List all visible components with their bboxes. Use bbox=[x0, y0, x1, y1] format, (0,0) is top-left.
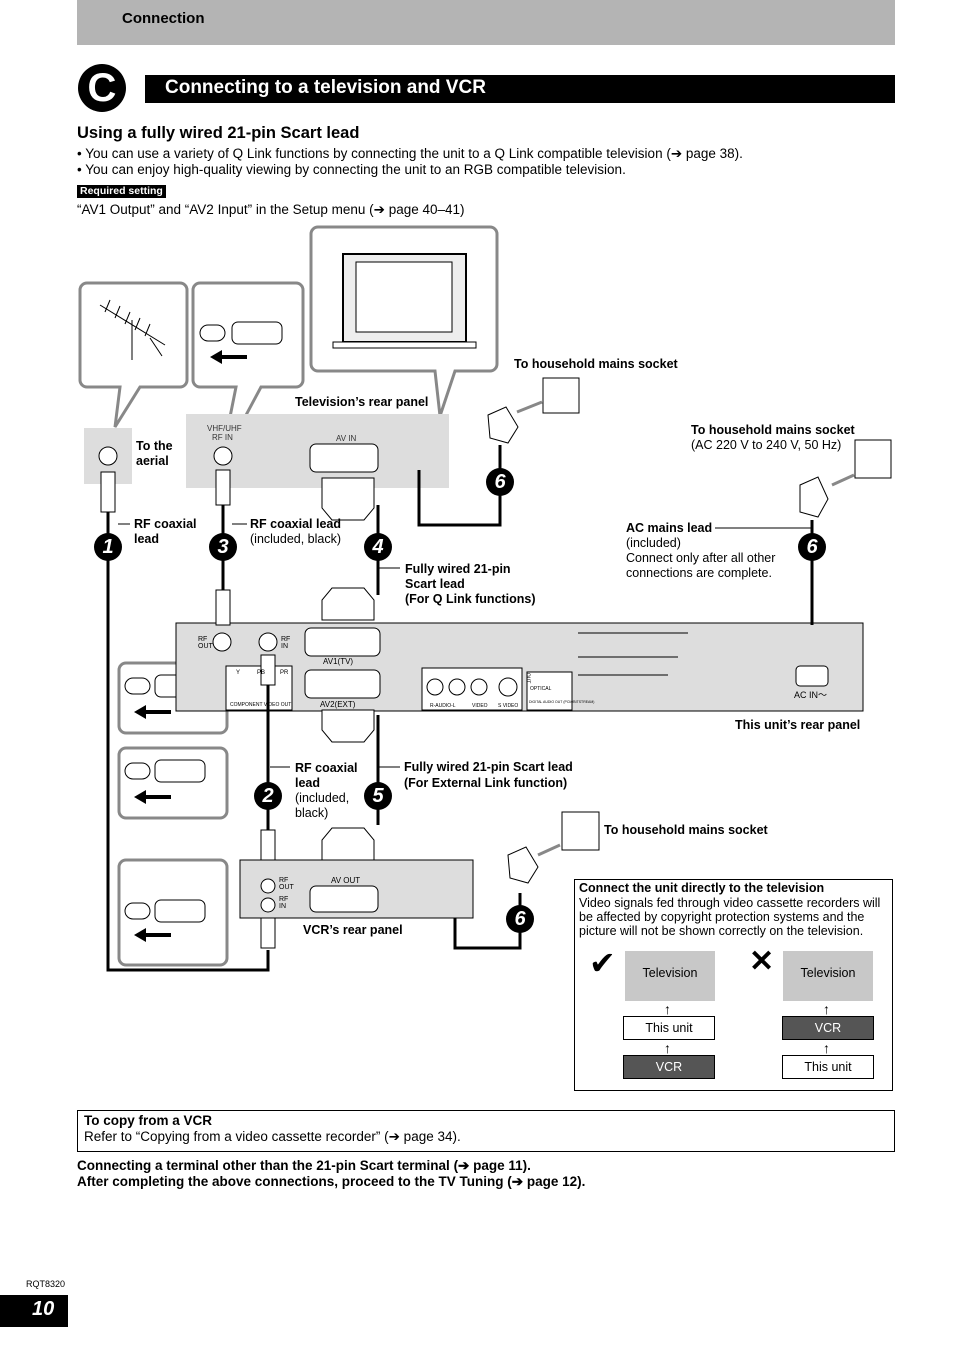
label-av-in: AV IN bbox=[336, 434, 357, 443]
label-component: COMPONENT VIDEO OUT bbox=[230, 702, 292, 708]
aerial-icon bbox=[99, 299, 166, 360]
footer-note: Connecting a terminal other than the 21-… bbox=[77, 1158, 531, 1173]
label-household-socket-2: To household mains socket bbox=[691, 423, 855, 437]
diagram-vcr: VCR bbox=[623, 1055, 715, 1079]
cross-icon: ✕ bbox=[749, 945, 775, 978]
label-y: Y bbox=[236, 670, 241, 676]
copy-box-title: To copy from a VCR bbox=[84, 1113, 213, 1128]
label-rf-coax-2: lead bbox=[295, 776, 321, 790]
label-household-socket-3: To household mains socket bbox=[604, 823, 768, 837]
label-scart-qlink: (For Q Link functions) bbox=[405, 592, 536, 606]
label-ac-mains-note: connections are complete. bbox=[626, 566, 772, 580]
label-scart-ext: (For External Link function) bbox=[404, 776, 568, 790]
label-ac-spec: (AC 220 V to 240 V, 50 Hz) bbox=[691, 438, 842, 452]
step-1-badge: 1 bbox=[94, 533, 122, 561]
label-audio: R-AUDIO-L bbox=[430, 703, 456, 709]
step-6-badge: 6 bbox=[798, 533, 826, 561]
label-unit-rf-out: RF bbox=[198, 636, 208, 643]
label-rf-coax-2-note: (included, bbox=[295, 791, 350, 805]
step-6-badge: 6 bbox=[486, 468, 514, 496]
model-code: RQT8320 bbox=[26, 1279, 66, 1289]
label-vcr-rf-out: RF bbox=[279, 877, 289, 884]
arrow-up-icon: ↑ bbox=[823, 1001, 830, 1017]
label-to-aerial: To the bbox=[136, 439, 173, 453]
step-5-badge: 5 bbox=[364, 782, 392, 810]
label-vcr-rear-panel: VCR’s rear panel bbox=[303, 923, 403, 937]
label-vhf-uhf: VHF/UHF bbox=[207, 424, 242, 433]
note-title: Connect the unit directly to the televis… bbox=[579, 881, 825, 895]
label-rf-coax-3: RF coaxial lead bbox=[250, 517, 342, 531]
label-scart-qlink: Fully wired 21-pin bbox=[405, 562, 511, 576]
label-pr: PR bbox=[280, 670, 289, 676]
step-4-badge: 4 bbox=[364, 533, 392, 561]
direct-connection-note: Connect the unit directly to the televis… bbox=[574, 879, 893, 1091]
label-unit-rf-out: OUT bbox=[198, 643, 213, 650]
label-household-socket-1: To household mains socket bbox=[514, 357, 678, 371]
page-number: 10 bbox=[0, 1295, 68, 1327]
label-rf-coax-2: RF coaxial bbox=[295, 761, 358, 775]
diagram-television: Television bbox=[783, 951, 873, 1001]
note-text: be affected by copyright protection syst… bbox=[579, 910, 865, 924]
label-av1: AV1(TV) bbox=[323, 657, 354, 666]
diagram-this-unit: This unit bbox=[782, 1055, 874, 1079]
label-unit-rf-in: IN bbox=[281, 643, 288, 650]
diagram-television: Television bbox=[625, 951, 715, 1001]
label-unit-rf-in: RF bbox=[281, 636, 291, 643]
label-out: OUT bbox=[524, 672, 531, 684]
label-vcr-rf-in: IN bbox=[279, 903, 286, 910]
callout-aerial bbox=[78, 281, 189, 428]
label-optical: OPTICAL bbox=[530, 686, 552, 692]
check-icon: ✔ bbox=[589, 945, 616, 981]
note-text: Video signals fed through video cassette… bbox=[579, 896, 881, 910]
label-video: VIDEO bbox=[472, 703, 488, 709]
step-2-badge: 2 bbox=[254, 782, 282, 810]
label-pb: PB bbox=[257, 670, 266, 676]
label-svideo: S VIDEO bbox=[498, 703, 519, 709]
label-tv-rear-panel: Television’s rear panel bbox=[295, 395, 429, 409]
copy-from-vcr-box: To copy from a VCR Refer to “Copying fro… bbox=[77, 1110, 895, 1152]
label-vcr-rf-in: RF bbox=[279, 896, 289, 903]
label-digital-audio: DIGITAL AUDIO OUT (PCM/BITSTREAM) bbox=[529, 700, 595, 704]
label-ac-mains-note: Connect only after all other bbox=[626, 551, 776, 565]
diagram-vcr: VCR bbox=[782, 1016, 874, 1040]
copy-box-text: Refer to “Copying from a video cassette … bbox=[84, 1129, 461, 1144]
label-rf-coax-1: RF coaxial bbox=[134, 517, 197, 531]
note-text: picture will not be shown correctly on t… bbox=[579, 924, 864, 938]
step-6-badge: 6 bbox=[506, 905, 534, 933]
label-scart-qlink: Scart lead bbox=[405, 577, 465, 591]
label-rf-coax-1: lead bbox=[134, 532, 160, 546]
arrow-up-icon: ↑ bbox=[664, 1001, 671, 1017]
label-scart-ext: Fully wired 21-pin Scart lead bbox=[404, 760, 573, 774]
label-vcr-av-out: AV OUT bbox=[331, 876, 361, 885]
label-rf-coax-3-note: (included, black) bbox=[250, 532, 342, 546]
label-ac-mains: AC mains lead bbox=[626, 521, 713, 535]
diagram-this-unit: This unit bbox=[623, 1016, 715, 1040]
label-rf-coax-2-note: black) bbox=[295, 806, 329, 820]
step-3-badge: 3 bbox=[209, 533, 237, 561]
footer-note: After completing the above connections, … bbox=[77, 1174, 586, 1189]
label-rf-in: RF IN bbox=[212, 433, 233, 442]
arrow-up-icon: ↑ bbox=[823, 1040, 830, 1056]
label-ac-in: AC IN～ bbox=[794, 690, 828, 700]
tv-icon bbox=[332, 253, 477, 349]
label-vcr-rf-out: OUT bbox=[279, 884, 294, 891]
label-ac-mains-note: (included) bbox=[626, 536, 681, 550]
label-av2: AV2(EXT) bbox=[320, 700, 356, 709]
label-to-aerial: aerial bbox=[136, 454, 169, 468]
arrow-up-icon: ↑ bbox=[664, 1040, 671, 1056]
label-unit-rear-panel: This unit’s rear panel bbox=[735, 718, 861, 732]
